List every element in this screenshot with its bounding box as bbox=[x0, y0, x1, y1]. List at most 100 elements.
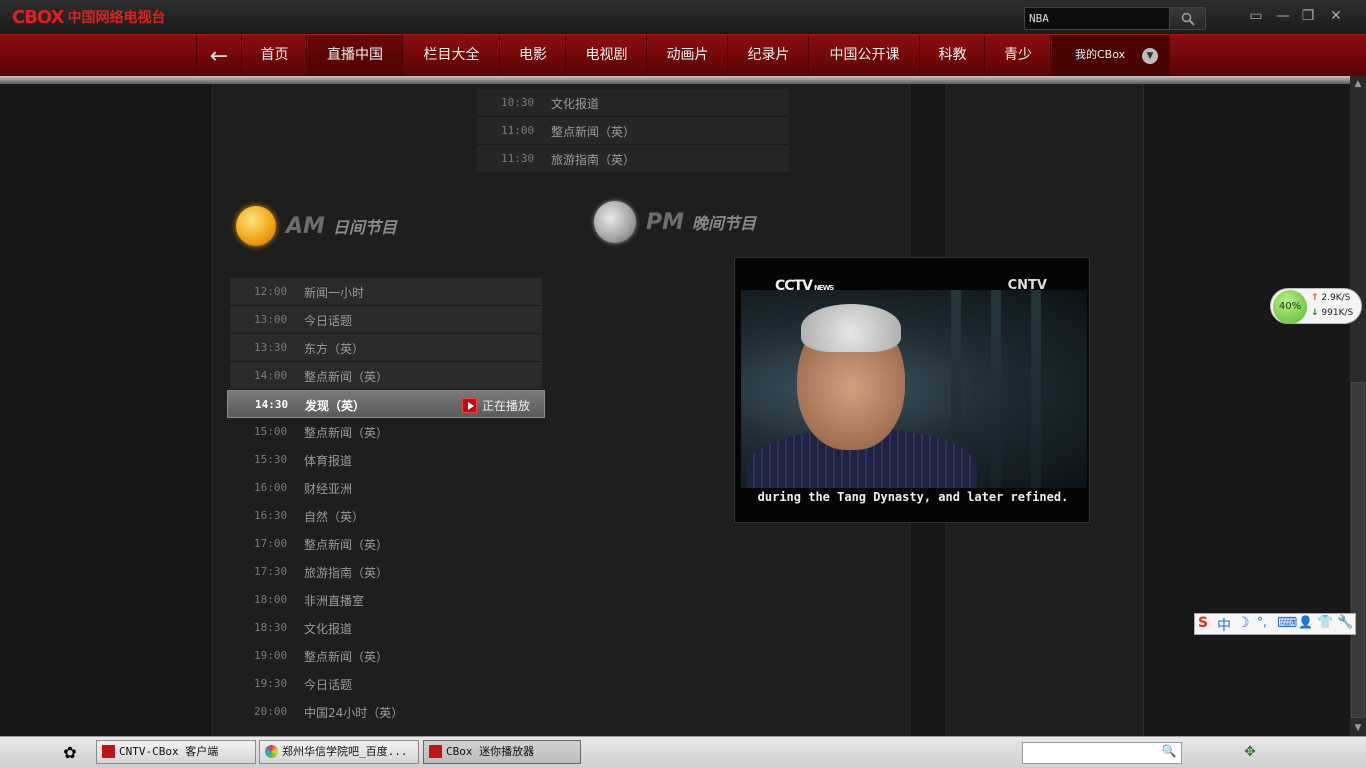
nav-item-youth[interactable]: 青少 bbox=[986, 35, 1051, 77]
schedule-row[interactable]: 17:30 旅游指南（英） bbox=[230, 558, 542, 586]
ime-user-icon[interactable]: 👤 bbox=[1298, 615, 1313, 629]
schedule-row[interactable]: 11:30 旅游指南（英） bbox=[477, 145, 789, 173]
ime-punctuation-icon[interactable]: °, bbox=[1257, 615, 1267, 629]
memory-percent: 40% bbox=[1273, 290, 1307, 324]
schedule-row[interactable]: 11:00 整点新闻（英） bbox=[477, 117, 789, 145]
brand-left: CCTV bbox=[775, 278, 813, 294]
ime-toolbar: S 中 ☽ °, ⌨ 👤 👕 🔧 bbox=[1194, 613, 1356, 635]
ime-tools-icon[interactable]: 🔧 bbox=[1337, 615, 1353, 630]
schedule-row[interactable]: 15:00 整点新闻（英） bbox=[230, 418, 542, 446]
close-button[interactable]: ✕ bbox=[1326, 8, 1346, 24]
schedule-row[interactable]: 20:00 中国24小时（英） bbox=[230, 698, 542, 726]
program-time: 11:00 bbox=[501, 124, 535, 137]
nav-item-animation[interactable]: 动画片 bbox=[648, 35, 728, 77]
program-time: 14:00 bbox=[254, 369, 288, 382]
pm-section-header: PM 晚间节目 bbox=[594, 200, 756, 244]
scroll-up-icon[interactable]: ▲ bbox=[1350, 76, 1366, 92]
program-time: 17:30 bbox=[254, 565, 288, 578]
schedule-row[interactable]: 14:00 整点新闻（英） bbox=[230, 362, 542, 390]
download-value: 991K/S bbox=[1321, 308, 1354, 318]
tray-network-icon[interactable]: ✥ bbox=[1240, 744, 1260, 762]
start-menu-icon[interactable]: ✿ bbox=[58, 743, 82, 763]
search-input[interactable] bbox=[1029, 10, 1169, 27]
schedule-row[interactable]: 16:00 财经亚洲 bbox=[230, 474, 542, 502]
nav-item-science[interactable]: 科教 bbox=[921, 35, 985, 77]
schedule-row[interactable]: 17:00 整点新闻（英） bbox=[230, 530, 542, 558]
nav-item-home[interactable]: 首页 bbox=[243, 35, 307, 77]
program-time: 14:30 bbox=[255, 398, 289, 411]
schedule-row[interactable]: 12:00 新闻一小时 bbox=[230, 278, 542, 306]
ime-mode-chinese[interactable]: 中 bbox=[1217, 615, 1231, 635]
nav-item-movies[interactable]: 电影 bbox=[501, 35, 566, 77]
now-playing-badge: 正在播放 bbox=[461, 397, 530, 414]
my-cbox-menu[interactable]: 我的CBox ▼ bbox=[1052, 35, 1170, 77]
search-icon bbox=[1181, 12, 1195, 26]
schedule-row[interactable]: 19:30 今日话题 bbox=[230, 670, 542, 698]
schedule-row[interactable]: 10:30 文化报道 bbox=[477, 89, 789, 117]
task-label: 郑州华信学院吧_百度... bbox=[282, 745, 408, 758]
page-scrollbar[interactable]: ▲ ▼ bbox=[1350, 76, 1366, 736]
taskbar-item-browser[interactable]: 郑州华信学院吧_百度... bbox=[259, 740, 419, 764]
content-area bbox=[0, 84, 1350, 736]
logo-subtitle: 中国网络电视台 bbox=[67, 10, 166, 26]
schedule-row[interactable]: 16:30 自然（英） bbox=[230, 502, 542, 530]
cbox-app-icon bbox=[102, 745, 115, 758]
program-time: 15:30 bbox=[254, 453, 288, 466]
schedule-row[interactable]: 13:00 今日话题 bbox=[230, 306, 542, 334]
magnifier-icon[interactable]: 🔍 bbox=[1159, 744, 1179, 762]
program-name: 新闻一小时 bbox=[304, 286, 365, 300]
program-name: 发现（英） bbox=[305, 399, 366, 413]
skin-button[interactable]: ▭ bbox=[1246, 8, 1266, 24]
person-hair bbox=[801, 304, 901, 352]
program-time: 20:00 bbox=[254, 705, 288, 718]
taskbar-item-cbox-client[interactable]: CNTV-CBox 客户端 bbox=[96, 740, 256, 764]
taskbar: ✿ CNTV-CBox 客户端 郑州华信学院吧_百度... CBox 迷你播放器… bbox=[0, 736, 1366, 768]
task-label: CNTV-CBox 客户端 bbox=[119, 745, 219, 758]
taskbar-search-box[interactable]: 🔍 bbox=[1022, 742, 1182, 764]
schedule-row[interactable]: 18:30 文化报道 bbox=[230, 614, 542, 642]
program-time: 18:30 bbox=[254, 621, 288, 634]
scene-pillar bbox=[1031, 290, 1041, 488]
sogou-logo-icon[interactable]: S bbox=[1198, 615, 1208, 631]
nav-item-documentary[interactable]: 纪录片 bbox=[729, 35, 809, 77]
back-button[interactable]: ← bbox=[196, 35, 242, 77]
nav-item-open-course[interactable]: 中国公开课 bbox=[810, 35, 920, 77]
taskbar-item-mini-player[interactable]: CBox 迷你播放器 bbox=[423, 740, 581, 764]
program-time: 19:30 bbox=[254, 677, 288, 690]
maximize-button[interactable]: ❐ bbox=[1298, 8, 1318, 24]
video-player[interactable]: CCTV NEWS CNTV during the Tang Dynasty, a… bbox=[734, 257, 1090, 523]
nav-item-live-china[interactable]: 直播中国 bbox=[308, 35, 403, 77]
program-name: 今日话题 bbox=[304, 314, 353, 328]
am-title: 日间节目 bbox=[332, 218, 397, 237]
search-button[interactable] bbox=[1169, 8, 1205, 29]
schedule-row[interactable]: 13:30 东方（英） bbox=[230, 334, 542, 362]
schedule-row[interactable]: 19:00 整点新闻（英） bbox=[230, 642, 542, 670]
upload-value: 2.9K/S bbox=[1321, 293, 1351, 303]
program-time: 11:30 bbox=[501, 152, 535, 165]
now-playing-label: 正在播放 bbox=[481, 399, 530, 413]
program-name: 文化报道 bbox=[551, 97, 600, 111]
cbox-logo[interactable]: CBOX 中国网络电视台 bbox=[12, 6, 165, 28]
network-speed-widget[interactable]: 40% ↑ 2.9K/S ↓ 991K/S bbox=[1270, 288, 1362, 324]
cntv-logo: CNTV bbox=[1007, 278, 1047, 293]
schedule-row[interactable]: 18:00 非洲直播室 bbox=[230, 586, 542, 614]
app-window: CBOX 中国网络电视台 ▭ — ❐ ✕ ← 首页 直播中国 栏目大全 电影 电… bbox=[0, 0, 1366, 768]
video-frame bbox=[741, 290, 1087, 488]
my-cbox-label: 我的CBox bbox=[1075, 48, 1126, 61]
minimize-button[interactable]: — bbox=[1273, 8, 1293, 24]
scroll-thumb[interactable] bbox=[1351, 382, 1365, 718]
program-time: 13:00 bbox=[254, 313, 288, 326]
schedule-row-now-playing[interactable]: 14:30 发现（英） 正在播放 bbox=[227, 390, 545, 418]
program-name: 整点新闻（英） bbox=[304, 538, 389, 552]
sun-icon bbox=[236, 206, 276, 246]
nav-item-columns[interactable]: 栏目大全 bbox=[404, 35, 500, 77]
ime-skin-icon[interactable]: 👕 bbox=[1317, 615, 1333, 630]
ime-keyboard-icon[interactable]: ⌨ bbox=[1277, 615, 1297, 631]
nav-item-tv-series[interactable]: 电视剧 bbox=[567, 35, 647, 77]
schedule-row[interactable]: 15:30 体育报道 bbox=[230, 446, 542, 474]
ime-moon-icon[interactable]: ☽ bbox=[1237, 615, 1250, 631]
program-time: 16:00 bbox=[254, 481, 288, 494]
chevron-down-icon: ▼ bbox=[1142, 48, 1158, 64]
title-bar: CBOX 中国网络电视台 ▭ — ❐ ✕ bbox=[0, 0, 1366, 34]
scroll-down-icon[interactable]: ▼ bbox=[1350, 720, 1366, 736]
